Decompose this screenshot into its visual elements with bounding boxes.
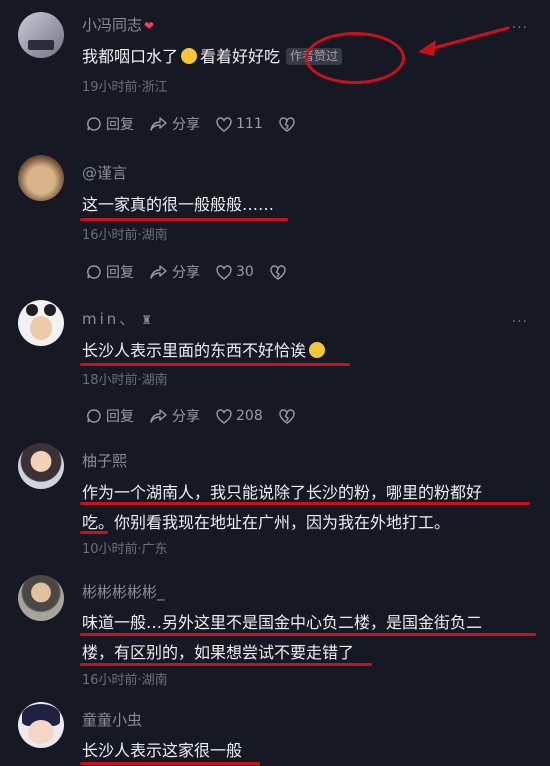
annotation-circle xyxy=(305,32,405,84)
reply-icon xyxy=(87,117,101,131)
more-options-icon[interactable]: ··· xyxy=(512,20,528,36)
reply-icon xyxy=(87,409,101,423)
like-button[interactable]: 30 xyxy=(216,264,254,280)
badge-icon: ♜ xyxy=(141,313,156,327)
reply-button[interactable]: 回复 xyxy=(86,262,134,282)
annotation-underline xyxy=(80,663,372,666)
comment-text: 长沙人表示里面的东西不好恰诶 xyxy=(82,336,532,366)
avatar[interactable] xyxy=(18,443,64,489)
username[interactable]: 童童小虫 xyxy=(82,709,142,730)
username[interactable]: @谨言 xyxy=(82,162,127,183)
reply-icon xyxy=(87,265,101,279)
reply-button[interactable]: 回复 xyxy=(86,406,134,426)
avatar[interactable] xyxy=(18,300,64,346)
username[interactable]: 彬彬彬彬彬_ xyxy=(82,581,165,602)
annotation-underline xyxy=(80,531,108,534)
comment-meta: 18小时前·湖南 xyxy=(82,373,168,388)
drool-emoji-icon xyxy=(181,48,198,64)
dislike-button[interactable] xyxy=(270,264,290,280)
broken-heart-icon xyxy=(279,408,295,424)
username[interactable]: min、 ♜ xyxy=(82,308,155,329)
annotation-underline xyxy=(80,502,530,505)
reply-button[interactable]: 回复 xyxy=(86,114,134,134)
share-button[interactable]: 分享 xyxy=(150,262,200,282)
avatar[interactable] xyxy=(18,155,64,201)
comment-text: 味道一般…另外这里不是国金中心负二楼，是国金街负二 楼，有区别的，如果想尝试不要… xyxy=(82,613,483,662)
broken-heart-icon xyxy=(279,116,295,132)
heart-icon xyxy=(216,264,232,280)
avatar[interactable] xyxy=(18,12,64,58)
annotation-underline xyxy=(80,218,288,221)
dislike-button[interactable] xyxy=(279,408,299,424)
heart-icon xyxy=(216,116,232,132)
heart-icon xyxy=(216,408,232,424)
share-button[interactable]: 分享 xyxy=(150,114,200,134)
annotation-arrow-icon xyxy=(418,26,510,56)
comment-meta: 16小时前·湖南 xyxy=(82,673,168,688)
laughing-emoji-icon xyxy=(309,342,326,358)
comment-text: 作为一个湖南人，我只能说除了长沙的粉，哪里的粉都好 吃。你别看我现在地址在广州，… xyxy=(82,483,483,532)
annotation-underline xyxy=(80,363,350,366)
comment-meta: 19小时前·浙江 xyxy=(82,80,168,95)
share-icon xyxy=(150,409,167,423)
share-icon xyxy=(150,265,167,279)
like-button[interactable]: 111 xyxy=(216,116,263,132)
comment-text: 这一家真的很一般般般…… xyxy=(82,195,275,214)
share-button[interactable]: 分享 xyxy=(150,406,200,426)
more-options-icon[interactable]: ··· xyxy=(512,314,528,330)
emoji-heart-icon: ❤ xyxy=(144,19,155,33)
annotation-underline xyxy=(80,633,536,636)
annotation-underline xyxy=(80,762,260,765)
username[interactable]: 柚子熙 xyxy=(82,450,127,471)
like-button[interactable]: 208 xyxy=(216,408,263,424)
comment-meta: 16小时前·湖南 xyxy=(82,228,168,243)
broken-heart-icon xyxy=(270,264,286,280)
username[interactable]: 小冯同志 ❤ xyxy=(82,14,154,35)
avatar[interactable] xyxy=(18,575,64,621)
comment-meta: 10小时前·广东 xyxy=(82,542,168,557)
avatar[interactable] xyxy=(18,702,64,748)
share-icon xyxy=(150,117,167,131)
dislike-button[interactable] xyxy=(279,116,299,132)
